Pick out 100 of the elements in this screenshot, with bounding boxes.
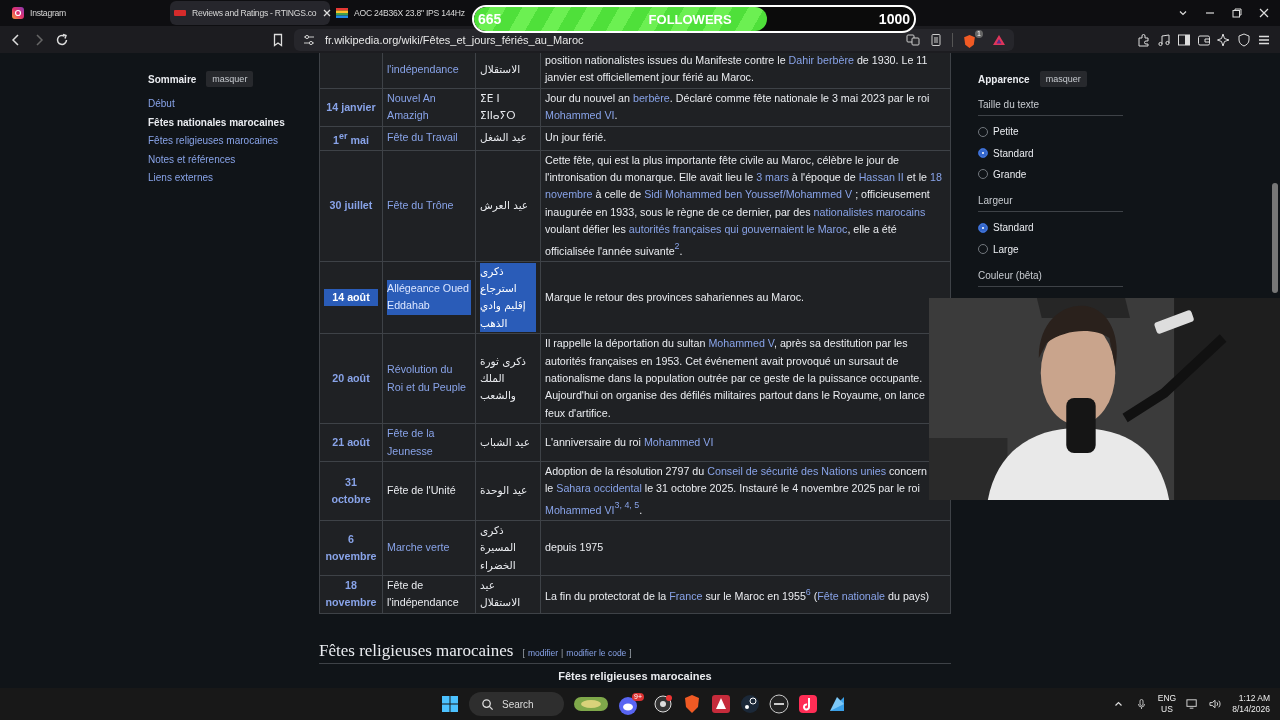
link[interactable]: 3 mars bbox=[756, 171, 789, 183]
app-icon[interactable] bbox=[827, 694, 847, 714]
scrollbar-thumb[interactable] bbox=[1272, 183, 1278, 293]
app-icon[interactable] bbox=[711, 694, 731, 714]
region-text[interactable]: US bbox=[1161, 704, 1173, 715]
translate-icon[interactable] bbox=[906, 32, 920, 47]
game-launcher-icon[interactable] bbox=[740, 694, 760, 714]
arabic-name: عيد الشباب bbox=[480, 434, 532, 450]
date-link[interactable]: 20 août bbox=[324, 370, 378, 388]
hide-button[interactable]: masquer bbox=[206, 71, 254, 87]
link[interactable]: Mohammed VI bbox=[545, 503, 615, 516]
panel-title: Apparence bbox=[978, 73, 1030, 85]
toc-link[interactable]: Notes et références bbox=[148, 150, 319, 170]
group-label: Largeur bbox=[978, 191, 1123, 213]
edit-link[interactable]: modifier bbox=[527, 647, 559, 658]
link[interactable]: Sahara occidental bbox=[556, 482, 642, 495]
link[interactable]: Dahir berbère bbox=[788, 54, 854, 66]
toc-link[interactable]: Fêtes nationales marocaines bbox=[148, 113, 319, 133]
browser-tab[interactable]: Reviews and Ratings - RTINGS.co bbox=[170, 1, 330, 25]
toc-title: Sommaire bbox=[148, 73, 197, 85]
arabic-name: عيد الاستقلال bbox=[480, 578, 522, 611]
option-label: Grande bbox=[993, 168, 1027, 180]
bookmark-icon[interactable] bbox=[271, 32, 285, 47]
browser-tab[interactable]: Instagram bbox=[8, 1, 168, 25]
hide-button[interactable]: masquer bbox=[1039, 71, 1087, 87]
four-squares-icon[interactable] bbox=[440, 694, 460, 714]
holiday-link[interactable]: Allégeance Oued Eddahab bbox=[387, 280, 471, 315]
record-app-icon[interactable] bbox=[653, 694, 673, 714]
monitor-icon[interactable] bbox=[1186, 698, 1200, 710]
arabic-name: ذكرى استرجاع إقليم وادي الذهب bbox=[480, 262, 536, 333]
reload-icon[interactable] bbox=[55, 32, 69, 47]
search-field[interactable]: Search bbox=[469, 692, 564, 716]
toc-link[interactable]: Début bbox=[148, 95, 319, 114]
music-note-app-icon[interactable] bbox=[798, 694, 818, 714]
close-icon[interactable] bbox=[322, 8, 333, 18]
browser-tab[interactable]: AOC 24B36X 23.8" IPS 144Hz bbox=[332, 1, 469, 25]
group-label: Couleur (bêta) bbox=[978, 265, 1123, 287]
puzzle-icon[interactable] bbox=[1137, 32, 1151, 47]
link[interactable]: 3, 4, 5 bbox=[614, 503, 640, 516]
link[interactable]: Fête nationale bbox=[817, 589, 886, 602]
link[interactable]: Mohammed VI bbox=[545, 109, 615, 122]
option-label: Standard bbox=[993, 222, 1034, 234]
tab-title: Instagram bbox=[30, 8, 67, 18]
radio-button[interactable] bbox=[978, 148, 988, 159]
reader-icon[interactable] bbox=[929, 32, 943, 47]
restore-icon[interactable] bbox=[1231, 7, 1243, 19]
follower-goal: 1000 bbox=[878, 11, 910, 27]
description-text: Cette fête, qui est la plus importante fête civile au Maroc, célèbre le jour de l'intronisation du monarque. Elle avait lieu le 3 mars à l'époque de Hassan II et le 18 novembre à celle de Sidi Mohammed ben Youssef/Mohammed V ; officieusement inaugurée en 1933, sous le règne de ce dernier, par des nationalistes marocains voulant défier les autorités françaises qui gouvernaient le Maroc, elle a été officialisée l'année suivante$^{2}$. bbox=[545, 152, 943, 259]
radio-button[interactable] bbox=[978, 222, 988, 233]
link[interactable]: berbère bbox=[632, 91, 670, 104]
bracket-text: ] bbox=[629, 647, 632, 658]
link[interactable]: Hassan II bbox=[858, 171, 904, 183]
table-caption: Fêtes religieuses marocaines bbox=[557, 669, 713, 682]
link[interactable]: Mohammed VI bbox=[643, 435, 714, 448]
close-icon[interactable] bbox=[1258, 7, 1270, 19]
description-text: Marque le retour des provinces sahariennes au Maroc. bbox=[545, 289, 805, 305]
music-icon[interactable] bbox=[1157, 32, 1171, 47]
link[interactable]: 18 bbox=[929, 171, 942, 183]
toc-link[interactable]: Fêtes religieuses marocaines bbox=[148, 132, 319, 151]
clock-date[interactable]: 8/14/2026 bbox=[1232, 704, 1270, 715]
wallet-icon[interactable] bbox=[1197, 32, 1211, 47]
tab-title: AOC 24B36X 23.8" IPS 144Hz bbox=[354, 8, 465, 18]
link[interactable]: Mohammed V bbox=[708, 337, 774, 350]
followers-label: FOLLOWERS bbox=[648, 11, 732, 27]
clock-time[interactable]: 1:12 AM bbox=[1238, 693, 1270, 704]
description-text: La fin du protectorat de la France sur le Maroc en 1955$^{6}$ (Fête nationale du pays) bbox=[545, 586, 931, 604]
edit-link[interactable]: modifier le code bbox=[566, 647, 627, 658]
lion-browser-icon[interactable] bbox=[682, 694, 702, 714]
link[interactable]: novembre bbox=[545, 188, 593, 201]
favicon-icon bbox=[336, 7, 348, 19]
option-label: Large bbox=[993, 243, 1019, 255]
toc-link[interactable]: Liens externes bbox=[148, 169, 319, 188]
shield-icon[interactable] bbox=[1237, 32, 1251, 47]
link[interactable]: France bbox=[669, 589, 703, 602]
volume-icon[interactable] bbox=[1209, 698, 1223, 710]
link[interactable]: nationalistes marocains bbox=[813, 205, 926, 218]
arabic-name: ⵉⴹ ⵏ ⵉⵏⵏⴰⵢⵔ bbox=[480, 90, 517, 124]
url-text: fr.wikipedia.org/wiki/Fêtes_et_jours_fériés_au_Maroc bbox=[325, 33, 584, 46]
description-text: Un jour férié. bbox=[545, 130, 608, 146]
link[interactable]: Conseil de sécurité des Nations unies bbox=[707, 465, 887, 478]
description-text: Jour du nouvel an berbère. Déclaré comme fête nationale le 3 mai 2023 par le roi Mohammed VI. bbox=[545, 90, 931, 124]
arabic-name: عيد الشغل bbox=[480, 130, 528, 146]
sparkle-icon[interactable] bbox=[1217, 32, 1231, 47]
arabic-name: ذكرى المسيرة الخضراء bbox=[480, 522, 518, 574]
option-label: Petite bbox=[993, 126, 1019, 138]
follower-count: 665 bbox=[478, 11, 502, 27]
link[interactable]: 2 bbox=[674, 244, 680, 257]
holiday-link[interactable]: Fête du Trône bbox=[387, 196, 471, 215]
date-link[interactable]: 30 juillet bbox=[324, 196, 378, 215]
date-link[interactable]: 14 août bbox=[324, 288, 378, 307]
language-text[interactable]: ENG bbox=[1157, 693, 1177, 704]
description-text: depuis 1975 bbox=[545, 540, 605, 556]
sidebar-icon[interactable] bbox=[1177, 32, 1191, 47]
link[interactable]: 6 bbox=[805, 589, 811, 602]
lion-shield-icon[interactable] bbox=[962, 34, 977, 49]
widget-icon[interactable] bbox=[573, 694, 609, 714]
link[interactable]: Sidi Mohammed ben Youssef/Mohammed V bbox=[644, 188, 853, 201]
search-icon bbox=[481, 697, 494, 711]
settings-sliders-icon[interactable] bbox=[302, 32, 316, 47]
app-icon[interactable] bbox=[769, 694, 789, 714]
